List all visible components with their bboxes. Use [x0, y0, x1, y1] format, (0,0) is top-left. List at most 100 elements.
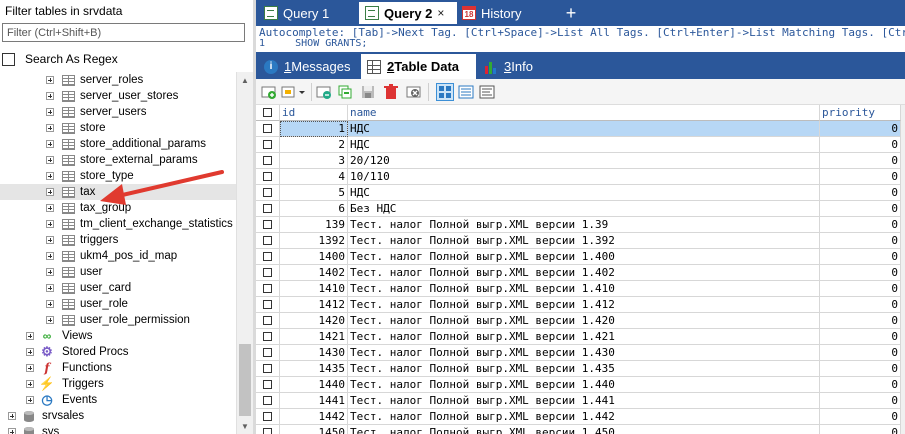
column-header-id[interactable]: id: [280, 105, 348, 121]
row-checkbox[interactable]: [263, 348, 272, 357]
table-row[interactable]: 6 Без НДС 0: [256, 201, 905, 217]
cell-id[interactable]: 1440: [280, 377, 348, 393]
cell-name[interactable]: Тест. налог Полной выгр.XML версии 1.430: [348, 345, 820, 361]
cancel-changes-icon[interactable]: [405, 83, 423, 101]
tree-table-ukm4-pos-id-map[interactable]: ukm4_pos_id_map: [0, 248, 236, 264]
expand-plus-icon[interactable]: [26, 364, 34, 372]
tree-table-triggers[interactable]: triggers: [0, 232, 236, 248]
cell-priority[interactable]: 0: [820, 281, 901, 297]
row-checkbox[interactable]: [263, 300, 272, 309]
row-checkbox[interactable]: [263, 380, 272, 389]
table-row[interactable]: 1412 Тест. налог Полной выгр.XML версии 1…: [256, 297, 905, 313]
cell-id[interactable]: 1402: [280, 265, 348, 281]
cell-name[interactable]: Тест. налог Полной выгр.XML версии 1.39: [348, 217, 820, 233]
tree-table-tax[interactable]: tax: [0, 184, 236, 200]
cell-priority[interactable]: 0: [820, 233, 901, 249]
tree-group-views[interactable]: ∞ Views: [0, 328, 236, 344]
cell-id[interactable]: 139: [280, 217, 348, 233]
duplicate-row-dropdown-icon[interactable]: [280, 83, 308, 101]
cell-name[interactable]: Тест. налог Полной выгр.XML версии 1.410: [348, 281, 820, 297]
cell-priority[interactable]: 0: [820, 265, 901, 281]
expand-plus-icon[interactable]: [46, 76, 54, 84]
cell-priority[interactable]: 0: [820, 393, 901, 409]
cell-name[interactable]: НДС: [348, 121, 820, 137]
cell-priority[interactable]: 0: [820, 121, 901, 137]
tree-table-user[interactable]: user: [0, 264, 236, 280]
column-header-name[interactable]: name: [348, 105, 820, 121]
tree-table-store-external-params[interactable]: store_external_params: [0, 152, 236, 168]
filter-tables-input[interactable]: [2, 23, 245, 42]
table-row[interactable]: 1400 Тест. налог Полной выгр.XML версии 1…: [256, 249, 905, 265]
cell-name[interactable]: Тест. налог Полной выгр.XML версии 1.450: [348, 425, 820, 434]
row-checkbox[interactable]: [263, 252, 272, 261]
tab-table-data[interactable]: 2 Table Data: [361, 54, 476, 79]
cell-id[interactable]: 5: [280, 185, 348, 201]
select-all-checkbox[interactable]: [263, 108, 272, 117]
tree-database-srvsales[interactable]: srvsales: [0, 408, 236, 424]
tab-history[interactable]: 18 History: [456, 2, 556, 24]
tab-query-1[interactable]: Query 1: [258, 2, 356, 24]
table-row[interactable]: 1430 Тест. налог Полной выгр.XML версии 1…: [256, 345, 905, 361]
row-select-cell[interactable]: [256, 345, 280, 361]
cell-name[interactable]: Тест. налог Полной выгр.XML версии 1.421: [348, 329, 820, 345]
row-checkbox[interactable]: [263, 220, 272, 229]
expand-plus-icon[interactable]: [46, 188, 54, 196]
tree-table-server-roles[interactable]: server_roles: [0, 72, 236, 88]
cell-id[interactable]: 1392: [280, 233, 348, 249]
table-row[interactable]: 1440 Тест. налог Полной выгр.XML версии 1…: [256, 377, 905, 393]
table-row[interactable]: 1 НДС 0: [256, 121, 905, 137]
cell-name[interactable]: НДС: [348, 137, 820, 153]
expand-plus-icon[interactable]: [46, 316, 54, 324]
row-select-cell[interactable]: [256, 153, 280, 169]
cell-id[interactable]: 4: [280, 169, 348, 185]
select-all-cell[interactable]: [256, 105, 280, 121]
row-select-cell[interactable]: [256, 217, 280, 233]
tree-group-events[interactable]: ◷ Events: [0, 392, 236, 408]
row-checkbox[interactable]: [263, 204, 272, 213]
row-select-cell[interactable]: [256, 281, 280, 297]
cell-priority[interactable]: 0: [820, 377, 901, 393]
cell-id[interactable]: 1442: [280, 409, 348, 425]
cell-priority[interactable]: 0: [820, 201, 901, 217]
cell-priority[interactable]: 0: [820, 297, 901, 313]
refresh-grid-icon[interactable]: [336, 83, 354, 101]
row-checkbox[interactable]: [263, 428, 272, 434]
row-select-cell[interactable]: [256, 361, 280, 377]
cell-priority[interactable]: 0: [820, 137, 901, 153]
row-select-cell[interactable]: [256, 393, 280, 409]
row-checkbox[interactable]: [263, 268, 272, 277]
cell-name[interactable]: Тест. налог Полной выгр.XML версии 1.442: [348, 409, 820, 425]
delete-icon[interactable]: [382, 83, 400, 101]
row-checkbox[interactable]: [263, 172, 272, 181]
table-row[interactable]: 4 10/110 0: [256, 169, 905, 185]
scroll-down-arrow-icon[interactable]: ▼: [237, 418, 253, 434]
expand-plus-icon[interactable]: [46, 268, 54, 276]
tree-table-user-card[interactable]: user_card: [0, 280, 236, 296]
tree-table-tm-client-exchange-statistics[interactable]: tm_client_exchange_statistics: [0, 216, 236, 232]
table-row[interactable]: 1442 Тест. налог Полной выгр.XML версии 1…: [256, 409, 905, 425]
table-row[interactable]: 1410 Тест. налог Полной выгр.XML версии 1…: [256, 281, 905, 297]
table-row[interactable]: 1441 Тест. налог Полной выгр.XML версии 1…: [256, 393, 905, 409]
cell-priority[interactable]: 0: [820, 345, 901, 361]
cell-id[interactable]: 3: [280, 153, 348, 169]
expand-plus-icon[interactable]: [26, 332, 34, 340]
table-row[interactable]: 1420 Тест. налог Полной выгр.XML версии 1…: [256, 313, 905, 329]
cell-id[interactable]: 6: [280, 201, 348, 217]
cell-priority[interactable]: 0: [820, 409, 901, 425]
expand-plus-icon[interactable]: [46, 252, 54, 260]
cell-priority[interactable]: 0: [820, 249, 901, 265]
row-checkbox[interactable]: [263, 188, 272, 197]
row-select-cell[interactable]: [256, 169, 280, 185]
table-row[interactable]: 1402 Тест. налог Полной выгр.XML версии 1…: [256, 265, 905, 281]
cell-priority[interactable]: 0: [820, 329, 901, 345]
cell-id[interactable]: 1421: [280, 329, 348, 345]
column-header-priority[interactable]: priority: [820, 105, 901, 121]
cell-id[interactable]: 1: [280, 121, 348, 137]
tree-table-server-user-stores[interactable]: server_user_stores: [0, 88, 236, 104]
tree-group-functions[interactable]: f Functions: [0, 360, 236, 376]
table-row[interactable]: 5 НДС 0: [256, 185, 905, 201]
table-row[interactable]: 2 НДС 0: [256, 137, 905, 153]
insert-row-icon[interactable]: [315, 83, 333, 101]
tree-table-user-role-permission[interactable]: user_role_permission: [0, 312, 236, 328]
tree-table-server-users[interactable]: server_users: [0, 104, 236, 120]
